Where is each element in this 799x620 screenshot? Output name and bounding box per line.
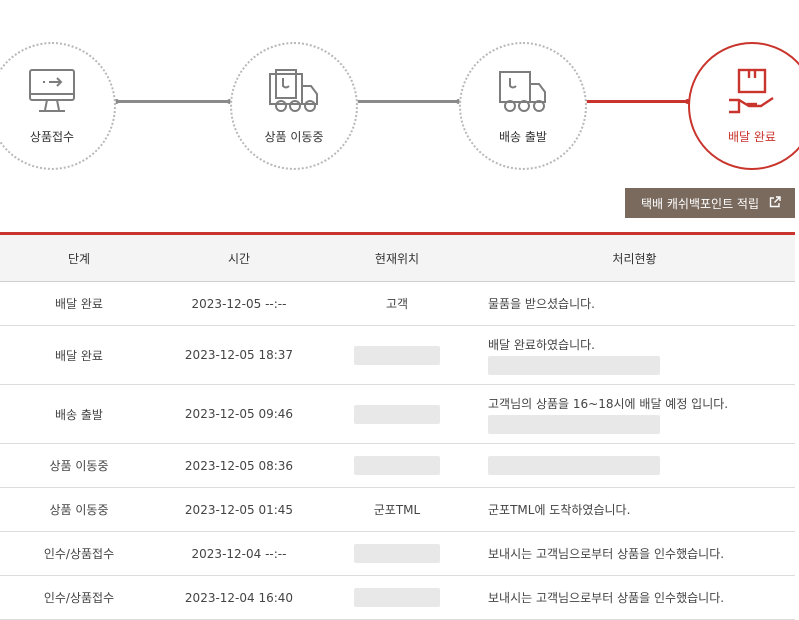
step-label: 배달 완료	[728, 130, 776, 144]
row-location	[320, 531, 474, 576]
row-stage: 배달 완료	[0, 281, 158, 326]
redacted-location	[354, 456, 440, 475]
row-status: 배달 완료하였습니다.	[474, 325, 795, 385]
box-truck-icon	[267, 66, 321, 118]
cashback-button-label: 택배 캐쉬백포인트 적립	[640, 196, 759, 211]
step-out-for-delivery: 배송 출발	[459, 42, 587, 170]
cashback-point-button[interactable]: 택배 캐쉬백포인트 적립	[624, 188, 795, 218]
step-label: 상품 이동중	[264, 130, 324, 144]
row-status: 보내시는 고객님으로부터 상품을 인수했습니다.	[474, 575, 795, 620]
redacted-detail	[488, 414, 660, 434]
row-time: 2023-12-04 --:--	[158, 531, 320, 576]
table-row: 인수/상품접수 2023-12-04 --:-- 보내시는 고객님으로부터 상품…	[0, 531, 795, 576]
row-stage: 배달 완료	[0, 325, 158, 385]
row-status: 보내시는 고객님으로부터 상품을 인수했습니다.	[474, 531, 795, 576]
table-row: 상품 이동중 2023-12-05 01:45 군포TML 군포TML에 도착하…	[0, 487, 795, 532]
header-stage: 단계	[0, 233, 158, 282]
redacted-detail	[488, 355, 660, 375]
row-stage: 배송 출발	[0, 384, 158, 444]
step-connector-1	[114, 99, 232, 104]
row-status-text: 군포TML에 도착하였습니다.	[488, 503, 631, 517]
row-location: 군포TML	[320, 487, 474, 532]
row-status-text: 보내시는 고객님으로부터 상품을 인수했습니다.	[488, 547, 725, 561]
row-location	[320, 443, 474, 488]
redacted-location	[354, 404, 440, 424]
row-location: 고객	[320, 281, 474, 326]
row-stage: 인수/상품접수	[0, 531, 158, 576]
step-connector-2	[343, 99, 461, 104]
header-time: 시간	[158, 233, 320, 282]
header-status: 처리현황	[474, 233, 795, 282]
row-time: 2023-12-05 09:46	[158, 384, 320, 444]
monitor-arrow-icon	[25, 66, 79, 118]
table-row: 배송 출발 2023-12-05 09:46 고객님의 상품을 16~18시에 …	[0, 384, 795, 444]
redacted-location	[354, 588, 440, 607]
redacted-detail	[488, 456, 660, 475]
row-time: 2023-12-05 18:37	[158, 325, 320, 385]
step-connector-3	[572, 99, 690, 104]
redacted-location	[354, 345, 440, 365]
delivery-truck-icon	[496, 66, 550, 118]
table-row: 배달 완료 2023-12-05 18:37 배달 완료하였습니다.	[0, 325, 795, 385]
step-delivered: 배달 완료	[688, 42, 799, 170]
redacted-location	[354, 544, 440, 563]
table-header-row: 단계 시간 현재위치 처리현황	[0, 233, 795, 282]
row-time: 2023-12-05 01:45	[158, 487, 320, 532]
row-status: 고객님의 상품을 16~18시에 배달 예정 입니다.	[474, 384, 795, 444]
step-received: 상품접수	[0, 42, 116, 170]
row-time: 2023-12-05 08:36	[158, 443, 320, 488]
step-label: 배송 출발	[499, 130, 547, 144]
hand-package-icon	[725, 66, 779, 118]
row-status: 물품을 받으셨습니다.	[474, 281, 795, 326]
row-status-text: 보내시는 고객님으로부터 상품을 인수했습니다.	[488, 591, 725, 605]
row-stage: 상품 이동중	[0, 487, 158, 532]
row-location	[320, 325, 474, 385]
row-stage: 상품 이동중	[0, 443, 158, 488]
header-location: 현재위치	[320, 233, 474, 282]
row-location	[320, 575, 474, 620]
step-in-transit: 상품 이동중	[230, 42, 358, 170]
row-time: 2023-12-04 16:40	[158, 575, 320, 620]
row-status	[474, 443, 795, 488]
row-status-text: 배달 완료하였습니다.	[488, 337, 595, 352]
table-row: 인수/상품접수 2023-12-04 16:40 보내시는 고객님으로부터 상품…	[0, 575, 795, 620]
tracking-table: 단계 시간 현재위치 처리현황 배달 완료 2023-12-05 --:-- 고…	[0, 232, 795, 620]
row-stage: 인수/상품접수	[0, 575, 158, 620]
row-location	[320, 384, 474, 444]
step-label: 상품접수	[29, 130, 75, 144]
row-status: 군포TML에 도착하였습니다.	[474, 487, 795, 532]
row-status-text: 고객님의 상품을 16~18시에 배달 예정 입니다.	[488, 396, 729, 411]
row-time: 2023-12-05 --:--	[158, 281, 320, 326]
row-status-text: 물품을 받으셨습니다.	[488, 297, 595, 311]
table-row: 상품 이동중 2023-12-05 08:36	[0, 443, 795, 488]
external-link-icon	[769, 195, 781, 211]
table-row: 배달 완료 2023-12-05 --:-- 고객 물품을 받으셨습니다.	[0, 281, 795, 326]
